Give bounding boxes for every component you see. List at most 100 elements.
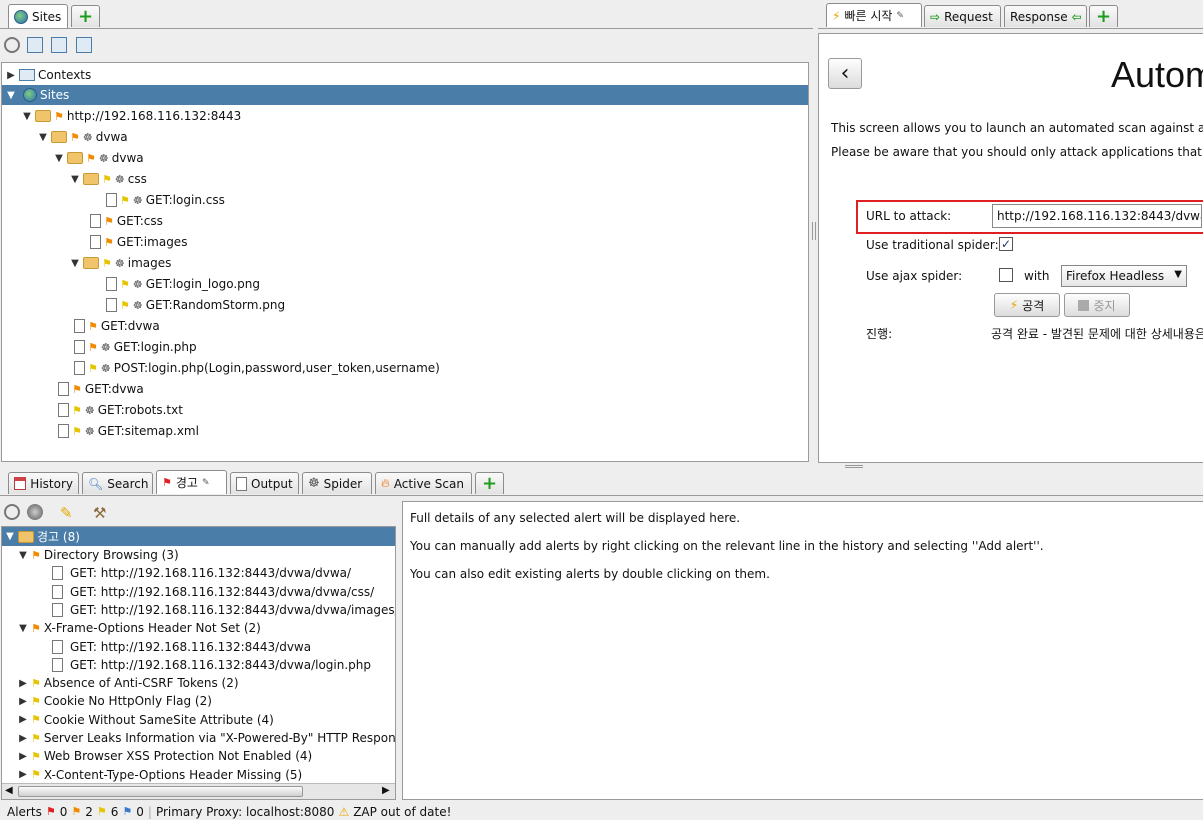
new-context-icon[interactable] (27, 37, 43, 53)
globe-icon (23, 88, 37, 102)
back-button[interactable]: ‹ (828, 58, 862, 89)
add-tab-button[interactable]: + (71, 5, 100, 27)
tree-node-contexts[interactable]: ▶ Contexts (6, 65, 91, 85)
url-input[interactable]: http://192.168.116.132:8443/dvwa (992, 204, 1202, 228)
split-handle[interactable] (845, 465, 863, 468)
expand-right-icon[interactable]: ▶ (18, 696, 28, 707)
alert-instance[interactable]: GET: http://192.168.116.132:8443/dvwa (52, 638, 311, 656)
alert-instance[interactable]: GET: http://192.168.116.132:8443/dvwa/lo… (52, 656, 371, 674)
alert-instance-label: GET: http://192.168.116.132:8443/dvwa/dv… (70, 602, 396, 617)
tab-request[interactable]: ⇨ Request (924, 5, 1001, 27)
scroll-right-icon[interactable]: ▶ (382, 785, 390, 796)
alert-group[interactable]: ▶ ⚑ X-Content-Type-Options Header Missing … (18, 766, 302, 784)
flag-icon: ⚑ (70, 130, 80, 144)
tree-node-sites[interactable]: ▼ Sites (2, 85, 808, 105)
broom-icon[interactable]: ⚒ (93, 504, 109, 522)
stop-icon (1078, 299, 1090, 311)
horizontal-scrollbar[interactable]: ◀ ▶ (2, 783, 395, 799)
alert-instance[interactable]: GET: http://192.168.116.132:8443/dvwa/dv… (52, 583, 374, 601)
flag-icon: ⚑ (72, 403, 82, 417)
import-context-icon[interactable] (51, 37, 67, 53)
tree-node[interactable]: ⚑ ☸ GET:sitemap.xml (58, 421, 199, 441)
expand-right-icon[interactable]: ▶ (18, 751, 28, 762)
globe-filter-icon[interactable] (27, 504, 43, 520)
pin-icon[interactable]: ✎ (896, 11, 904, 21)
update-warning[interactable]: ZAP out of date! (353, 805, 451, 819)
alert-group[interactable]: ▼ ⚑ X-Frame-Options Header Not Set (2) (18, 619, 261, 637)
tree-node[interactable]: ▼ ⚑ http://192.168.116.132:8443 (22, 106, 241, 126)
tab-output[interactable]: Output (230, 472, 299, 494)
tree-node[interactable]: ⚑ GET:css (90, 211, 163, 231)
quick-start-panel: ‹ Autom This screen allows you to launch… (818, 33, 1203, 463)
page-icon (74, 340, 85, 354)
expand-right-icon[interactable]: ▶ (18, 678, 28, 689)
tree-node[interactable]: ⚑ ☸ GET:login.php (74, 337, 197, 357)
stop-button[interactable]: 중지 (1064, 293, 1130, 317)
tab-sites[interactable]: Sites (8, 4, 68, 28)
tree-node[interactable]: ▼ ⚑ ☸ dvwa (38, 127, 128, 147)
add-tab-button[interactable]: + (475, 472, 504, 494)
lightning-icon: ⚡ (1009, 298, 1019, 312)
tree-node[interactable]: ⚑ ☸ GET:login.css (106, 190, 225, 210)
tab-response[interactable]: Response ⇦ (1004, 5, 1087, 27)
alert-detail-panel: Full details of any selected alert will … (402, 501, 1203, 800)
proxy-status: Primary Proxy: localhost:8080 (155, 804, 335, 819)
export-context-icon[interactable] (76, 37, 92, 53)
expand-right-icon[interactable]: ▶ (18, 769, 28, 780)
tree-node[interactable]: ⚑ ☸ GET:robots.txt (58, 400, 183, 420)
tree-node[interactable]: ⚑ ☸ POST:login.php(Login,password,user_to… (74, 358, 440, 378)
add-tab-button[interactable]: + (1089, 5, 1118, 27)
scroll-left-icon[interactable]: ◀ (5, 785, 13, 796)
pencil-icon[interactable]: ✎ (60, 504, 76, 522)
flag-icon: ⚑ (162, 476, 172, 489)
target-icon[interactable] (4, 37, 20, 53)
page-icon (90, 235, 101, 249)
alert-group[interactable]: ▼ ⚑ Directory Browsing (3) (18, 546, 179, 564)
spider-icon: ☸ (114, 256, 125, 270)
page-icon (106, 277, 117, 291)
tree-node[interactable]: ⚑ GET:dvwa (74, 316, 160, 336)
tab-active-scan[interactable]: 🔥︎ Active Scan (375, 472, 472, 494)
tree-node[interactable]: ▼ ⚑ ☸ css (70, 169, 147, 189)
tree-node[interactable]: ⚑ GET:dvwa (58, 379, 144, 399)
ajax-spider-label: Use ajax spider: (866, 269, 963, 283)
arrow-left-icon: ⇦ (1071, 9, 1082, 24)
alert-group[interactable]: ▶ ⚑ Cookie No HttpOnly Flag (2) (18, 692, 212, 710)
traditional-spider-checkbox[interactable]: ✓ (999, 237, 1013, 251)
scrollbar-thumb[interactable] (18, 786, 303, 797)
tab-quick-start[interactable]: ⚡ 빠른 시작 ✎ (826, 3, 922, 27)
pin-icon[interactable]: ✎ (202, 478, 210, 488)
tree-node[interactable]: ⚑ ☸ GET:RandomStorm.png (106, 295, 285, 315)
medium-risk-flag-icon: ⚑ (71, 805, 82, 818)
alert-group[interactable]: ▶ ⚑ Web Browser XSS Protection Not Enabled… (18, 747, 312, 765)
split-handle[interactable] (812, 222, 816, 240)
target-icon[interactable] (4, 504, 20, 520)
tree-node[interactable]: ⚑ ☸ GET:login_logo.png (106, 274, 260, 294)
attack-button[interactable]: ⚡ 공격 (994, 293, 1060, 317)
expand-right-icon[interactable]: ▶ (18, 733, 28, 744)
alert-instance-label: GET: http://192.168.116.132:8443/dvwa/dv… (70, 584, 375, 599)
alerts-root[interactable]: ▼ 경고 (8) (2, 527, 395, 546)
tab-search[interactable]: 🔍︎ Search (82, 472, 153, 494)
expand-right-icon[interactable]: ▶ (18, 714, 28, 725)
alert-group[interactable]: ▶ ⚑ Cookie Without SameSite Attribute (4) (18, 711, 274, 729)
tab-history[interactable]: History (8, 472, 79, 494)
page-icon (52, 657, 63, 672)
tree-node[interactable]: ⚑ GET:images (90, 232, 187, 252)
expand-down-icon[interactable]: ▼ (18, 623, 28, 634)
tree-node[interactable]: ▼ ⚑ ☸ dvwa (54, 148, 144, 168)
browser-select[interactable]: Firefox Headless ▼ (1061, 265, 1187, 287)
ajax-spider-checkbox[interactable] (999, 268, 1013, 282)
alert-group[interactable]: ▶ ⚑ Server Leaks Information via "X-Powere… (18, 729, 395, 747)
tree-node[interactable]: ▼ ⚑ ☸ images (70, 253, 171, 273)
warning-line: Please be aware that you should only att… (831, 145, 1203, 159)
page-title: Autom (1111, 54, 1203, 95)
alert-instance[interactable]: GET: http://192.168.116.132:8443/dvwa/dv… (52, 601, 396, 619)
detail-line: You can manually add alerts by right cli… (410, 539, 1044, 553)
alert-instance[interactable]: GET: http://192.168.116.132:8443/dvwa/dv… (52, 564, 351, 582)
tab-alerts[interactable]: ⚑ 경고 ✎ (156, 470, 227, 494)
info-count: 0 (136, 804, 144, 819)
alert-group[interactable]: ▶ ⚑ Absence of Anti-CSRF Tokens (2) (18, 674, 238, 692)
expand-down-icon[interactable]: ▼ (18, 550, 28, 561)
tab-spider[interactable]: ☸ Spider (302, 472, 372, 494)
